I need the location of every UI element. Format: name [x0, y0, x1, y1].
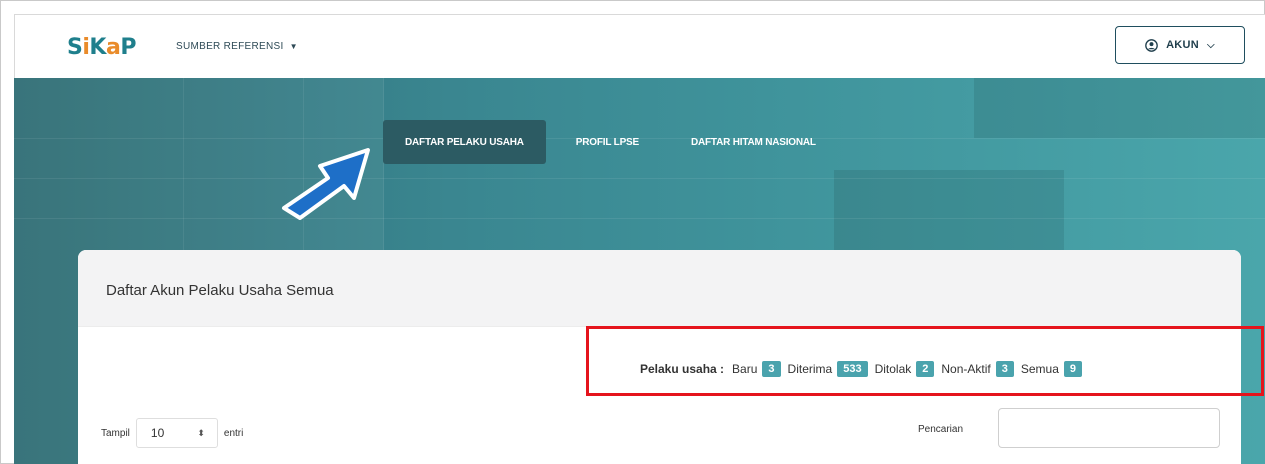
- top-navbar: SiKaP SUMBER REFERENSI ▼ AKUN ⌵: [14, 14, 1265, 78]
- tab-daftar-hitam-nasional[interactable]: DAFTAR HITAM NASIONAL: [669, 120, 838, 164]
- card-header: Daftar Akun Pelaku Usaha Semua: [78, 250, 1241, 327]
- reference-menu-label: SUMBER REFERENSI: [176, 41, 284, 52]
- card-title: Daftar Akun Pelaku Usaha Semua: [106, 282, 334, 299]
- status-count-badge: 9: [1063, 361, 1083, 377]
- building-line: [14, 218, 1265, 219]
- status-filter-baru[interactable]: Baru: [732, 362, 757, 376]
- status-count-badge: 533: [837, 361, 868, 377]
- building-line: [14, 178, 1265, 179]
- tab-label: DAFTAR PELAKU USAHA: [405, 136, 524, 148]
- entries-select[interactable]: 10 ⬍: [135, 418, 218, 448]
- status-filter-row: Pelaku usaha : Baru 3 Diterima 533 Ditol…: [640, 361, 1089, 377]
- entries-prefix: Tampil: [101, 427, 130, 439]
- caret-down-icon: ▼: [289, 42, 298, 51]
- account-button-label: AKUN: [1166, 39, 1200, 51]
- page-frame: SiKaP SUMBER REFERENSI ▼ AKUN ⌵ DAFTAR P…: [0, 0, 1265, 464]
- status-count-badge: 3: [995, 361, 1014, 377]
- tabs-nav: DAFTAR PELAKU USAHA PROFIL LPSE DAFTAR H…: [383, 120, 846, 164]
- status-count-badge: 3: [762, 361, 781, 377]
- tab-label: DAFTAR HITAM NASIONAL: [690, 136, 816, 148]
- building-bg: [974, 78, 1265, 138]
- pointer-arrow-icon: [282, 148, 370, 220]
- status-label: Pelaku usaha :: [640, 362, 725, 376]
- logo-letter: S: [67, 35, 83, 60]
- tab-profil-lpse[interactable]: PROFIL LPSE: [554, 120, 661, 164]
- tab-label: PROFIL LPSE: [575, 136, 639, 148]
- account-button[interactable]: AKUN ⌵: [1115, 26, 1245, 64]
- status-filter-semua[interactable]: Semua: [1021, 362, 1059, 376]
- logo-letter: P: [120, 35, 136, 60]
- sikap-logo[interactable]: SiKaP: [67, 35, 136, 60]
- entries-select-value: 10: [150, 426, 165, 440]
- reference-menu[interactable]: SUMBER REFERENSI ▼: [176, 41, 298, 52]
- updown-arrows-icon: ⬍: [197, 427, 205, 438]
- user-circle-icon: [1145, 38, 1158, 52]
- logo-letter: K: [89, 35, 106, 60]
- entries-suffix: entri: [223, 427, 244, 439]
- status-count-badge: 2: [916, 361, 935, 377]
- tab-daftar-pelaku-usaha[interactable]: DAFTAR PELAKU USAHA: [383, 120, 546, 164]
- entries-control: Tampil 10 ⬍ entri: [101, 418, 243, 448]
- status-filter-diterima[interactable]: Diterima: [788, 362, 833, 376]
- search-label: Pencarian: [918, 424, 964, 435]
- logo-letter: a: [105, 35, 121, 60]
- building-bg: [834, 170, 1064, 250]
- search-input[interactable]: [998, 408, 1220, 448]
- chevron-down-icon: ⌵: [1207, 39, 1215, 51]
- status-filter-ditolak[interactable]: Ditolak: [875, 362, 912, 376]
- status-filter-non-aktif[interactable]: Non-Aktif: [941, 362, 990, 376]
